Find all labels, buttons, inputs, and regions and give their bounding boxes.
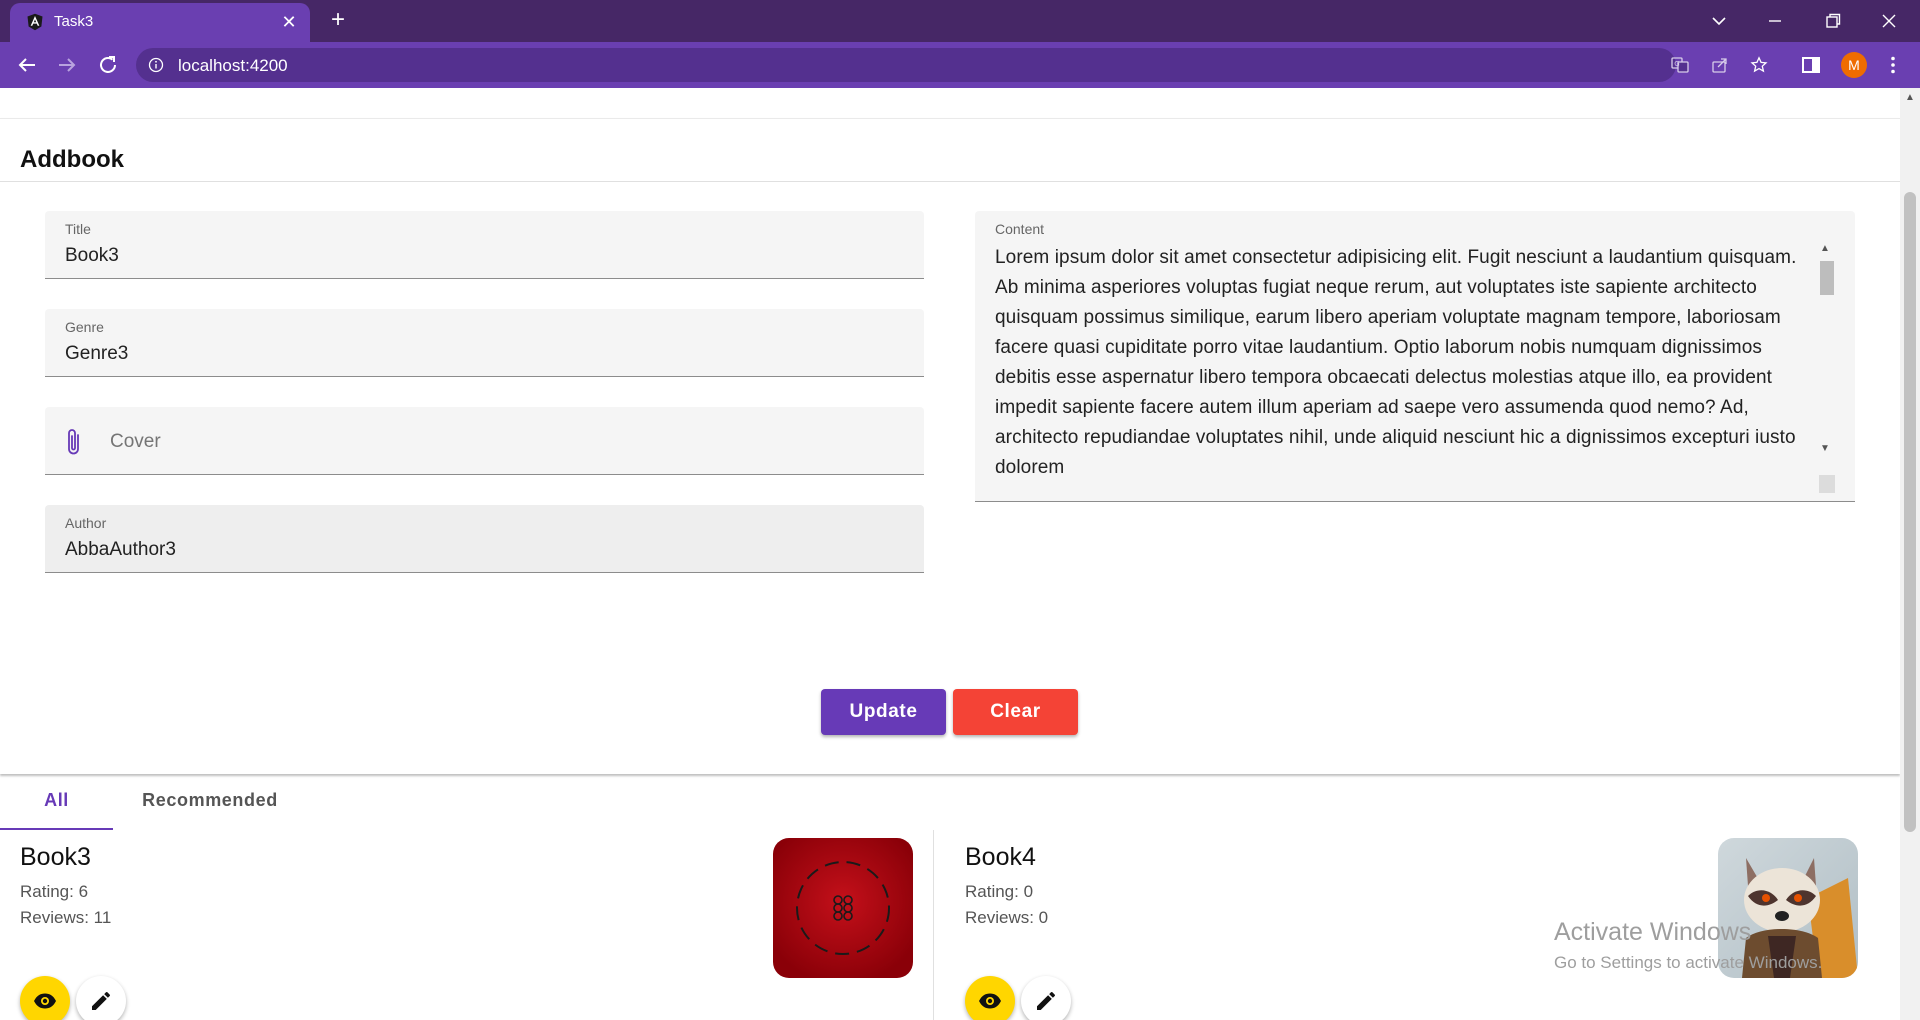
card-divider bbox=[0, 181, 1900, 182]
forward-arrow-icon[interactable] bbox=[55, 53, 79, 77]
scroll-up-icon[interactable]: ▲ bbox=[1820, 243, 1830, 254]
book-card[interactable]: Book3 Rating: 6 Reviews: 11 bbox=[0, 838, 924, 1020]
book-reviews: Reviews: 11 bbox=[20, 908, 112, 927]
edit-book-button[interactable] bbox=[76, 976, 126, 1020]
tab-search-icon[interactable] bbox=[1707, 9, 1731, 33]
angular-logo-icon bbox=[27, 13, 43, 31]
pencil-icon bbox=[1037, 992, 1055, 1010]
addbook-card: Addbook Title Book3 Genre Genre3 Cover A… bbox=[0, 118, 1900, 774]
address-bar[interactable]: localhost:4200 G bbox=[136, 48, 1768, 82]
tab-all[interactable]: All bbox=[0, 782, 113, 828]
tab-recommended[interactable]: Recommended bbox=[113, 782, 307, 828]
author-value[interactable]: AbbaAuthor3 bbox=[65, 539, 176, 561]
edit-book-button[interactable] bbox=[1021, 976, 1071, 1020]
watermark-subtitle: Go to Settings to activate Windows. bbox=[1554, 953, 1823, 972]
book-title: Book4 bbox=[965, 843, 1036, 871]
close-tab-icon[interactable]: ✕ bbox=[278, 11, 300, 33]
clear-button[interactable]: Clear bbox=[953, 689, 1078, 735]
resize-grip-icon[interactable] bbox=[1819, 475, 1835, 493]
side-panel-icon[interactable] bbox=[1799, 53, 1823, 77]
translate-icon[interactable]: G bbox=[1671, 56, 1689, 74]
info-icon[interactable] bbox=[148, 57, 164, 73]
page-viewport: Addbook Title Book3 Genre Genre3 Cover A… bbox=[0, 88, 1920, 1020]
genre-label: Genre bbox=[65, 319, 104, 335]
page-scrollbar[interactable]: ▲ bbox=[1900, 88, 1920, 1020]
title-value[interactable]: Book3 bbox=[65, 245, 119, 267]
update-button[interactable]: Update bbox=[821, 689, 946, 735]
top-divider bbox=[0, 118, 1900, 119]
browser-tab-strip: Task3 ✕ + bbox=[0, 0, 1920, 42]
content-field[interactable]: Content Lorem ipsum dolor sit amet conse… bbox=[975, 211, 1855, 502]
profile-avatar[interactable]: M bbox=[1841, 52, 1867, 78]
author-field[interactable]: Author AbbaAuthor3 bbox=[45, 505, 924, 573]
eye-icon bbox=[979, 993, 1001, 1009]
book-separator bbox=[933, 830, 934, 1020]
tab-title: Task3 bbox=[54, 13, 94, 30]
book-rating: Rating: 0 bbox=[965, 882, 1034, 901]
title-field[interactable]: Title Book3 bbox=[45, 211, 924, 279]
new-tab-icon[interactable]: + bbox=[326, 8, 350, 32]
book-title: Book3 bbox=[20, 843, 91, 871]
author-label: Author bbox=[65, 515, 107, 531]
more-menu-icon[interactable] bbox=[1881, 53, 1905, 77]
book-tabs: All Recommended bbox=[0, 782, 1900, 832]
content-label: Content bbox=[995, 221, 1045, 237]
reload-icon[interactable] bbox=[96, 53, 120, 77]
share-icon[interactable] bbox=[1711, 56, 1729, 74]
card-title: Addbook bbox=[20, 146, 124, 173]
cover-placeholder: Cover bbox=[110, 431, 161, 452]
view-book-button[interactable] bbox=[20, 976, 70, 1020]
browser-tab[interactable]: Task3 ✕ bbox=[10, 3, 310, 42]
cover-field[interactable]: Cover bbox=[45, 407, 924, 475]
title-label: Title bbox=[65, 221, 91, 237]
restore-icon[interactable] bbox=[1821, 9, 1845, 33]
back-arrow-icon[interactable] bbox=[15, 53, 39, 77]
svg-text:G: G bbox=[1674, 60, 1679, 68]
genre-field[interactable]: Genre Genre3 bbox=[45, 309, 924, 377]
watermark-title: Activate Windows bbox=[1554, 918, 1752, 946]
genre-value[interactable]: Genre3 bbox=[65, 343, 128, 365]
eye-icon bbox=[34, 993, 56, 1009]
book-cover-image bbox=[773, 838, 913, 978]
browser-toolbar: localhost:4200 G M bbox=[0, 42, 1920, 88]
minimize-icon[interactable] bbox=[1763, 9, 1787, 33]
scroll-up-icon[interactable]: ▲ bbox=[1905, 92, 1915, 103]
book-reviews: Reviews: 0 bbox=[965, 908, 1049, 927]
content-textarea[interactable]: Lorem ipsum dolor sit amet consectetur a… bbox=[995, 243, 1815, 495]
view-book-button[interactable] bbox=[965, 976, 1015, 1020]
activate-windows-watermark: Activate Windows Go to Settings to activ… bbox=[1554, 918, 1822, 973]
active-tab-indicator bbox=[0, 828, 113, 830]
url-text: localhost:4200 bbox=[178, 56, 288, 75]
scroll-down-icon[interactable]: ▼ bbox=[1820, 443, 1830, 454]
book-rating: Rating: 6 bbox=[20, 882, 89, 901]
bookmark-star-icon[interactable] bbox=[1750, 56, 1768, 74]
close-window-icon[interactable] bbox=[1877, 9, 1901, 33]
page-scroll-thumb[interactable] bbox=[1904, 192, 1916, 832]
pencil-icon bbox=[92, 992, 110, 1010]
attach-file-icon[interactable] bbox=[63, 427, 85, 457]
content-scrollbar[interactable]: ▲ ▼ bbox=[1817, 243, 1835, 499]
content-scroll-thumb[interactable] bbox=[1820, 261, 1834, 295]
